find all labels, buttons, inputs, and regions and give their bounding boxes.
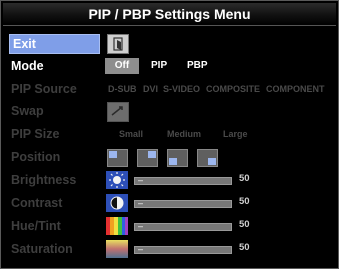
menu-title: PIP / PBP Settings Menu [3, 3, 336, 26]
size-large-option[interactable]: Large [223, 127, 248, 141]
hue-tint-value: 50 [239, 219, 250, 230]
source-svideo-option[interactable]: S-VIDEO [163, 82, 200, 96]
contrast-slider[interactable]: – [134, 198, 232, 208]
saturation-value: 50 [239, 242, 250, 253]
source-dvi-option[interactable]: DVI [143, 82, 158, 96]
position-row[interactable]: Position [1, 147, 339, 167]
saturation-icon [106, 240, 128, 258]
size-small-option[interactable]: Small [119, 127, 143, 141]
pip-size-label: PIP Size [11, 127, 60, 141]
position-top-right-icon[interactable] [137, 149, 158, 167]
contrast-label: Contrast [11, 196, 63, 210]
contrast-icon [106, 194, 128, 212]
brightness-row[interactable]: Brightness – 50 [1, 170, 339, 190]
brightness-min-mark: – [138, 175, 144, 185]
mode-pbp-option[interactable]: PBP [187, 59, 208, 73]
brightness-value: 50 [239, 173, 250, 184]
saturation-min-mark: – [138, 244, 144, 254]
hue-tint-label: Hue/Tint [11, 219, 61, 233]
source-composite-option[interactable]: COMPOSITE [206, 82, 260, 96]
pip-size-row[interactable]: PIP Size Small Medium Large [1, 124, 339, 144]
mode-off-button[interactable]: Off [105, 58, 139, 74]
mode-row[interactable]: Mode Off PIP PBP [1, 56, 339, 76]
contrast-min-mark: – [138, 198, 144, 208]
exit-icon[interactable] [107, 34, 129, 54]
saturation-slider[interactable]: – [134, 244, 232, 254]
hue-tint-row[interactable]: Hue/Tint – 50 [1, 216, 339, 236]
position-label: Position [11, 150, 61, 164]
swap-row[interactable]: Swap [1, 101, 339, 122]
saturation-label: Saturation [11, 242, 73, 256]
exit-row[interactable]: Exit [1, 33, 339, 54]
saturation-row[interactable]: Saturation – 50 [1, 239, 339, 259]
position-bottom-left-icon[interactable] [167, 149, 188, 167]
mode-pip-option[interactable]: PIP [151, 59, 167, 73]
source-dsub-option[interactable]: D-SUB [108, 82, 137, 96]
hue-tint-slider[interactable]: – [134, 221, 232, 231]
contrast-row[interactable]: Contrast – 50 [1, 193, 339, 213]
exit-label[interactable]: Exit [9, 34, 100, 54]
mode-label: Mode [11, 59, 44, 73]
hue-tint-min-mark: – [138, 221, 144, 231]
position-bottom-right-icon[interactable] [197, 149, 218, 167]
swap-label: Swap [11, 104, 44, 118]
brightness-slider[interactable]: – [134, 175, 232, 185]
size-medium-option[interactable]: Medium [167, 127, 201, 141]
osd-menu-frame: PIP / PBP Settings Menu Exit Mode Off PI… [0, 0, 339, 269]
source-component-option[interactable]: COMPONENT [266, 82, 325, 96]
position-top-left-icon[interactable] [107, 149, 128, 167]
contrast-value: 50 [239, 196, 250, 207]
brightness-icon [106, 171, 128, 189]
brightness-label: Brightness [11, 173, 77, 187]
pip-source-label: PIP Source [11, 82, 77, 96]
hue-tint-icon [106, 217, 128, 235]
swap-icon[interactable] [107, 102, 129, 122]
pip-source-row[interactable]: PIP Source D-SUB DVI S-VIDEO COMPOSITE C… [1, 79, 339, 99]
